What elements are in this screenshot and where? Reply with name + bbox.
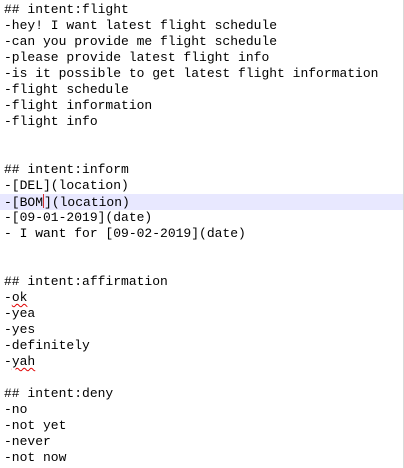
editor-line[interactable]: -flight information (0, 98, 404, 114)
line-prefix: - (4, 354, 12, 369)
editor-line[interactable]: -flight schedule (0, 82, 404, 98)
line-text-before-caret: -[BOM (4, 195, 44, 210)
editor-line[interactable]: -no (0, 402, 404, 418)
editor-line[interactable] (0, 130, 404, 146)
editor-line[interactable] (0, 146, 404, 162)
editor-line[interactable]: -never (0, 434, 404, 450)
editor-line[interactable]: -yah (0, 354, 404, 370)
editor-line-current[interactable]: -[BOM](location) (0, 194, 404, 210)
text-editor[interactable]: ## intent:flight -hey! I want latest fli… (0, 0, 404, 468)
editor-line[interactable]: -please provide latest flight info (0, 50, 404, 66)
editor-line[interactable]: -yea (0, 306, 404, 322)
editor-line[interactable] (0, 258, 404, 274)
spellcheck-word: yah (11, 354, 36, 369)
editor-line[interactable]: ## intent:flight (0, 2, 404, 18)
editor-line[interactable]: ## intent:inform (0, 162, 404, 178)
line-text-after-caret: ](location) (44, 195, 130, 210)
editor-line[interactable]: -ok (0, 290, 404, 306)
editor-line[interactable]: -hey! I want latest flight schedule (0, 18, 404, 34)
editor-line[interactable] (0, 370, 404, 386)
editor-line[interactable] (0, 242, 404, 258)
editor-line[interactable]: -definitely (0, 338, 404, 354)
editor-line[interactable]: -flight info (0, 114, 404, 130)
line-prefix: - (4, 290, 12, 305)
editor-line[interactable]: ## intent:affirmation (0, 274, 404, 290)
editor-line[interactable]: - I want for [09-02-2019](date) (0, 226, 404, 242)
spellcheck-word: ok (11, 290, 28, 305)
editor-line[interactable]: -not now (0, 450, 404, 466)
editor-line[interactable]: -[DEL](location) (0, 178, 404, 194)
editor-line[interactable]: -can you provide me flight schedule (0, 34, 404, 50)
editor-line[interactable]: -is it possible to get latest flight inf… (0, 66, 404, 82)
editor-line[interactable]: -yes (0, 322, 404, 338)
editor-line[interactable]: ## intent:deny (0, 386, 404, 402)
editor-line[interactable]: -not yet (0, 418, 404, 434)
editor-line[interactable]: -[09-01-2019](date) (0, 210, 404, 226)
